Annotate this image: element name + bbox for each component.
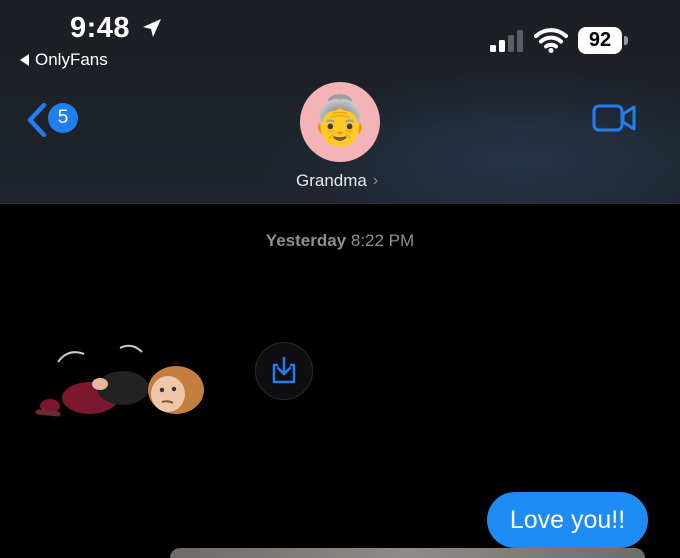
- back-button[interactable]: 5: [26, 100, 82, 140]
- timestamp-time: 8:22 PM: [350, 231, 415, 250]
- avatar[interactable]: 👵: [300, 82, 380, 162]
- chevron-right-icon: ›: [372, 172, 379, 189]
- contact-name: Grandma: [296, 171, 367, 190]
- location-arrow-icon: [143, 19, 161, 37]
- back-to-app-link[interactable]: OnlyFans: [20, 50, 108, 70]
- contact-name-button[interactable]: Grandma ›: [296, 171, 378, 191]
- wifi-icon: [534, 28, 568, 53]
- back-app-label: OnlyFans: [35, 50, 108, 69]
- back-triangle-icon: [20, 54, 29, 66]
- unread-count-badge: 5: [48, 103, 78, 133]
- timestamp-day: Yesterday: [265, 231, 347, 250]
- save-sticker-button[interactable]: [255, 342, 313, 400]
- video-camera-icon[interactable]: [592, 102, 636, 134]
- message-timestamp: Yesterday 8:22 PM: [0, 231, 680, 251]
- back-chevron-icon: [27, 103, 47, 137]
- battery-level: 92: [578, 27, 622, 54]
- sent-message-bubble[interactable]: Love you!!: [487, 492, 648, 548]
- battery-icon: 92: [578, 27, 630, 54]
- next-message-preview: [170, 548, 645, 558]
- memoji-sticker[interactable]: [28, 340, 208, 430]
- conversation-header: 9:48 OnlyFans 92 5 👵 Grandma ›: [0, 0, 680, 204]
- download-icon: [272, 356, 296, 384]
- signal-icon: [490, 30, 523, 52]
- status-time: 9:48: [70, 12, 131, 44]
